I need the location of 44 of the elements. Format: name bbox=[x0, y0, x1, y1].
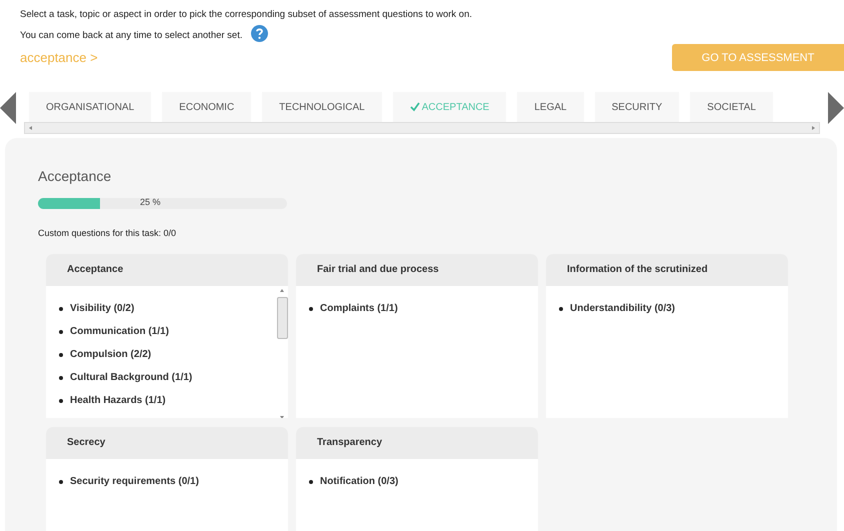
topic-link[interactable]: Visibility (0/2) bbox=[70, 303, 134, 314]
scroll-left-icon[interactable] bbox=[28, 125, 34, 131]
bullet-icon bbox=[309, 480, 313, 484]
card-title: Transparency bbox=[296, 427, 538, 459]
topic-link[interactable]: Communication (1/1) bbox=[70, 326, 169, 337]
bullet-icon bbox=[309, 306, 313, 310]
bullet-icon bbox=[59, 480, 63, 484]
horizontal-scrollbar[interactable] bbox=[24, 122, 820, 134]
scroll-up-icon[interactable] bbox=[279, 288, 285, 294]
topic-link[interactable]: Compulsion (2/2) bbox=[70, 349, 152, 360]
category-tab[interactable]: ECONOMIC bbox=[162, 92, 252, 122]
bullet-icon bbox=[59, 306, 63, 310]
intro-text: You can come back at any time to select another set. bbox=[20, 30, 242, 40]
card-title: Secrecy bbox=[46, 427, 288, 459]
category-tab[interactable]: SECURITY bbox=[594, 92, 680, 122]
card-title: Fair trial and due process bbox=[296, 254, 538, 286]
bullet-icon bbox=[59, 330, 63, 334]
panel-title: Acceptance bbox=[38, 168, 112, 186]
intro-text: Select a task, topic or aspect in order to pick the corresponding subset of assessment questions to work on. bbox=[20, 8, 472, 22]
left-arrow-icon[interactable] bbox=[0, 92, 16, 124]
category-tab[interactable]: TECHNOLOGICAL bbox=[262, 92, 382, 122]
scrollbar-thumb[interactable] bbox=[276, 297, 288, 339]
card-title: Information of the scrutinized bbox=[546, 254, 788, 286]
check-icon bbox=[410, 102, 420, 112]
category-tab[interactable]: LEGAL bbox=[517, 92, 584, 122]
topic-link[interactable]: Security requirements (0/1) bbox=[70, 476, 199, 487]
topic-link[interactable]: Notification (0/3) bbox=[320, 476, 398, 487]
right-arrow-icon[interactable] bbox=[828, 92, 844, 124]
bullet-icon bbox=[559, 306, 563, 310]
topic-link[interactable]: Health Hazards (1/1) bbox=[70, 395, 166, 406]
vertical-scrollbar[interactable] bbox=[276, 288, 288, 418]
bullet-icon bbox=[59, 376, 63, 380]
card-title: Acceptance bbox=[46, 254, 288, 286]
bullet-icon bbox=[59, 352, 63, 356]
custom-questions-text: Custom questions for this task: 0/0 bbox=[38, 228, 178, 238]
category-tab[interactable]: ORGANISATIONAL bbox=[29, 92, 152, 122]
topic-link[interactable]: Understandibility (0/3) bbox=[570, 303, 676, 314]
topic-link[interactable]: Complaints (1/1) bbox=[320, 303, 398, 314]
category-tab[interactable]: SOCIETAL bbox=[690, 92, 773, 122]
topic-link[interactable]: Cultural Background (1/1) bbox=[70, 372, 192, 383]
scroll-right-icon[interactable] bbox=[810, 125, 816, 131]
bullet-icon bbox=[59, 398, 63, 402]
help-icon[interactable] bbox=[250, 25, 268, 42]
progress-reading: 25 % bbox=[140, 197, 161, 207]
